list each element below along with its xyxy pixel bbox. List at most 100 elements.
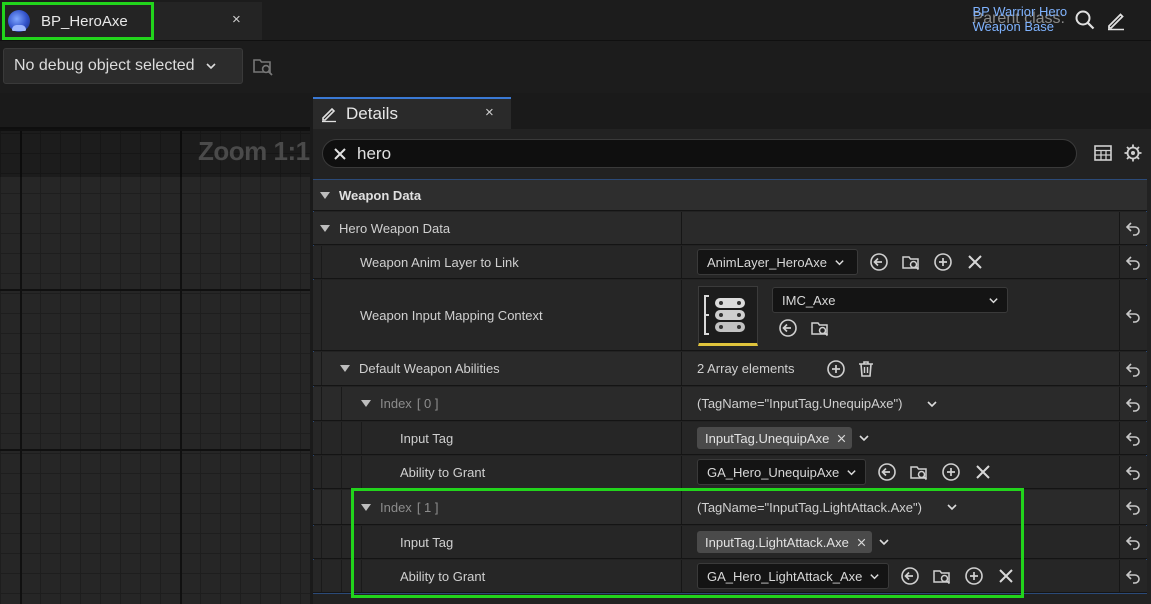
- reset-arrow-icon: [1125, 464, 1141, 480]
- column-splitter[interactable]: [681, 352, 682, 385]
- property-label: Input Tag: [400, 430, 454, 446]
- find-in-world-icon[interactable]: [251, 54, 275, 78]
- ability-class-value: GA_Hero_UnequipAxe: [707, 464, 840, 480]
- gameplay-tag-value: InputTag.UnequipAxe: [705, 430, 830, 446]
- index-label: Index: [380, 396, 412, 411]
- input-mapping-value: IMC_Axe: [782, 292, 836, 308]
- gear-icon[interactable]: [1123, 143, 1143, 163]
- gameplay-tag-chip[interactable]: InputTag.UnequipAxe: [697, 427, 853, 449]
- reset-arrow-icon: [1125, 499, 1141, 515]
- parent-class-info: Parent class: BP Warrior Hero Weapon Bas…: [973, 4, 1071, 34]
- details-tab-title: Details: [346, 104, 398, 123]
- clear-icon[interactable]: [964, 251, 986, 273]
- chevron-down-icon: [988, 295, 999, 306]
- browse-asset-icon[interactable]: [908, 461, 930, 483]
- chevron-down-icon[interactable]: [858, 432, 870, 444]
- category-weapon-data[interactable]: Weapon Data: [313, 180, 1147, 211]
- property-input-tag-0: Input Tag InputTag.UnequipAxe: [313, 422, 1147, 455]
- property-matrix-icon[interactable]: [1093, 143, 1113, 163]
- reset-to-default-button[interactable]: [1119, 526, 1145, 558]
- zoom-level-label: Zoom 1:1: [198, 136, 310, 166]
- reset-arrow-icon: [1125, 254, 1141, 270]
- reset-to-default-button[interactable]: [1119, 490, 1145, 524]
- property-weapon-anim-layer: Weapon Anim Layer to Link AnimLayer_Hero…: [313, 246, 1147, 279]
- array-element-index-0[interactable]: Index [ 0 ] (TagName="InputTag.UnequipAx…: [313, 387, 1147, 421]
- property-ability-to-grant-0: Ability to Grant GA_Hero_UnequipAxe: [313, 456, 1147, 489]
- expand-arrow-icon[interactable]: [320, 191, 330, 199]
- column-splitter[interactable]: [681, 422, 682, 454]
- details-pencil-icon: [322, 107, 336, 123]
- chevron-down-icon: [834, 257, 845, 268]
- parent-class-link[interactable]: BP Warrior Hero Weapon Base: [973, 4, 1071, 34]
- graph-tab-strip: [0, 93, 310, 129]
- struct-hero-weapon-data[interactable]: Hero Weapon Data: [313, 212, 1147, 245]
- column-splitter[interactable]: [681, 280, 682, 350]
- expand-arrow-icon[interactable]: [340, 365, 350, 372]
- asset-thumbnail[interactable]: [698, 286, 758, 346]
- element-summary: (TagName="InputTag.UnequipAxe"): [697, 396, 903, 411]
- details-tab[interactable]: Details ×: [313, 97, 511, 129]
- reset-to-default-button[interactable]: [1119, 387, 1145, 420]
- add-icon[interactable]: [932, 251, 954, 273]
- reset-to-default-button[interactable]: [1119, 456, 1145, 488]
- category-label: Weapon Data: [339, 187, 422, 203]
- add-icon[interactable]: [940, 461, 962, 483]
- search-icon[interactable]: [1074, 9, 1096, 31]
- column-splitter[interactable]: [681, 387, 682, 420]
- use-selected-icon[interactable]: [777, 317, 799, 339]
- edit-pencil-icon[interactable]: [1105, 9, 1127, 31]
- reset-arrow-icon: [1125, 430, 1141, 446]
- clear-search-icon[interactable]: [332, 146, 348, 162]
- clear-icon[interactable]: [972, 461, 994, 483]
- chevron-down-icon: [205, 60, 217, 72]
- close-tab-icon[interactable]: ×: [232, 11, 241, 28]
- annotation-highlight-tab: [2, 2, 154, 40]
- property-label: Ability to Grant: [400, 464, 486, 480]
- browse-asset-icon[interactable]: [900, 251, 922, 273]
- reset-arrow-icon: [1125, 396, 1141, 412]
- debug-object-dropdown[interactable]: No debug object selected: [3, 48, 243, 84]
- remove-tag-icon[interactable]: [836, 433, 847, 444]
- use-selected-icon[interactable]: [876, 461, 898, 483]
- property-label: Default Weapon Abilities: [359, 361, 500, 376]
- expand-arrow-icon[interactable]: [361, 400, 371, 407]
- reset-arrow-icon: [1125, 534, 1141, 550]
- chevron-down-icon[interactable]: [926, 398, 938, 410]
- reset-to-default-button[interactable]: [1119, 422, 1145, 454]
- add-element-icon[interactable]: [825, 358, 847, 380]
- property-input-mapping-context: Weapon Input Mapping Context IMC_Axe: [313, 280, 1147, 351]
- chevron-down-icon: [846, 467, 857, 478]
- browse-asset-icon[interactable]: [809, 317, 831, 339]
- annotation-highlight-index-1: [351, 488, 1024, 598]
- column-splitter[interactable]: [681, 212, 682, 244]
- property-label: Weapon Anim Layer to Link: [360, 254, 519, 270]
- column-splitter[interactable]: [681, 246, 682, 278]
- array-count: 2 Array elements: [697, 361, 795, 376]
- expand-arrow-icon[interactable]: [320, 224, 330, 232]
- anim-layer-value: AnimLayer_HeroAxe: [707, 254, 827, 270]
- property-label: Weapon Input Mapping Context: [360, 307, 543, 323]
- search-input-value: hero: [357, 143, 392, 163]
- reset-to-default-button[interactable]: [1119, 280, 1145, 350]
- reset-to-default-button[interactable]: [1119, 352, 1145, 385]
- close-details-icon[interactable]: ×: [485, 104, 494, 121]
- ability-class-dropdown[interactable]: GA_Hero_UnequipAxe: [697, 459, 867, 485]
- reset-arrow-icon: [1125, 568, 1141, 584]
- trash-icon[interactable]: [855, 358, 877, 380]
- array-default-weapon-abilities[interactable]: Default Weapon Abilities 2 Array element…: [313, 352, 1147, 386]
- reset-arrow-icon: [1125, 220, 1141, 236]
- input-mapping-dropdown[interactable]: IMC_Axe: [772, 287, 1008, 313]
- column-splitter[interactable]: [681, 456, 682, 488]
- index-number: [ 0 ]: [416, 396, 439, 411]
- use-selected-icon[interactable]: [868, 251, 890, 273]
- gamepad-stack-icon: [704, 295, 745, 335]
- reset-to-default-button[interactable]: [1119, 212, 1145, 244]
- reset-arrow-icon: [1125, 307, 1141, 323]
- details-search-input[interactable]: hero: [322, 139, 1077, 168]
- reset-to-default-button[interactable]: [1119, 560, 1145, 592]
- reset-to-default-button[interactable]: [1119, 246, 1145, 278]
- anim-layer-dropdown[interactable]: AnimLayer_HeroAxe: [697, 249, 858, 275]
- debug-object-label: No debug object selected: [14, 57, 195, 74]
- property-label: Hero Weapon Data: [339, 220, 451, 236]
- reset-arrow-icon: [1125, 361, 1141, 377]
